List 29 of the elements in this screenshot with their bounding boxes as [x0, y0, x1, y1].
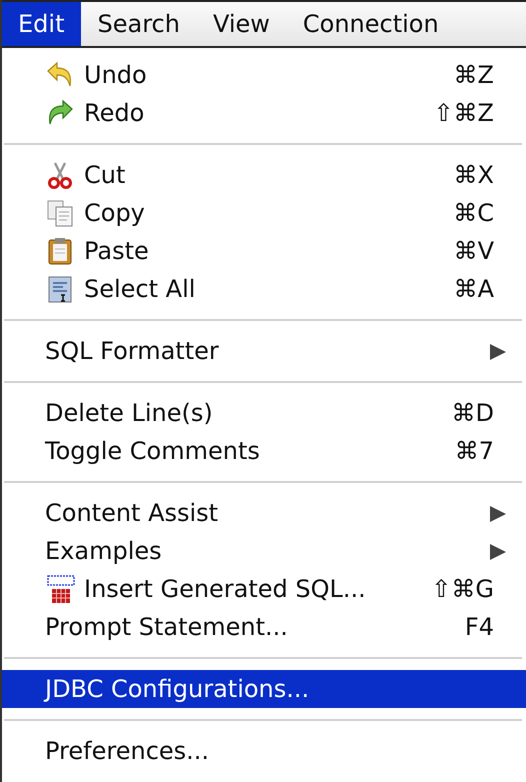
redo-arrow-icon: [46, 99, 74, 127]
menu-item[interactable]: Copy ⌘C: [2, 194, 526, 232]
menu-item[interactable]: Cut ⌘X: [2, 156, 526, 194]
undo-arrow-icon: [46, 61, 74, 89]
menu-item[interactable]: Toggle Comments ⌘7: [2, 432, 526, 470]
menu-item[interactable]: Prompt Statement... F4: [2, 608, 526, 646]
clipboard-icon: [46, 237, 74, 265]
menu-item[interactable]: Select All ⌘A: [2, 270, 526, 308]
scissors-icon: [46, 161, 74, 189]
menu-item[interactable]: Examples: [2, 532, 526, 570]
menu-item[interactable]: Content Assist: [2, 494, 526, 532]
submenu-arrow-icon: [490, 344, 506, 360]
menu-item[interactable]: JDBC Configurations...: [2, 670, 526, 708]
select-all-icon: [46, 275, 74, 303]
menu-item[interactable]: Paste ⌘V: [2, 232, 526, 270]
copy-icon: [46, 199, 74, 227]
menu-item[interactable]: SQL Formatter: [2, 332, 526, 370]
menu-item[interactable]: Preferences...: [2, 732, 526, 770]
sql-grid-icon: [46, 575, 76, 605]
menu-title[interactable]: View: [196, 2, 287, 46]
menu-item[interactable]: Redo ⇧⌘Z: [2, 94, 526, 132]
menu-item[interactable]: Delete Line(s) ⌘D: [2, 394, 526, 432]
menu-title[interactable]: Search: [81, 2, 197, 46]
menu-item[interactable]: Undo ⌘Z: [2, 56, 526, 94]
menu-title[interactable]: Edit: [2, 2, 82, 46]
submenu-arrow-icon: [490, 506, 506, 522]
menu-item[interactable]: Insert Generated SQL... ⇧⌘G: [2, 570, 526, 608]
menu-title[interactable]: Connection: [286, 2, 456, 46]
submenu-arrow-icon: [490, 544, 506, 560]
